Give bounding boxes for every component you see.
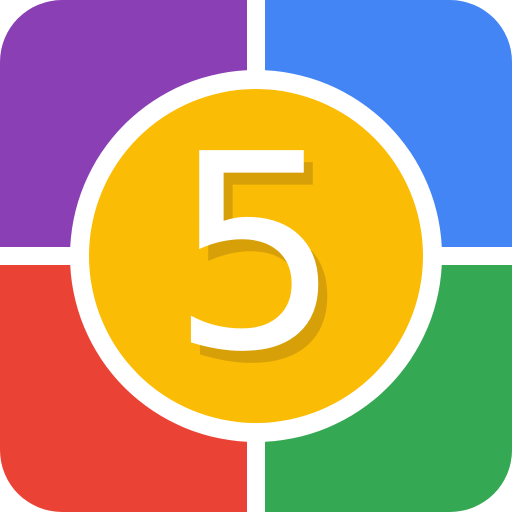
app-icon: 5 5 <box>0 0 512 512</box>
digit-five: 5 <box>170 96 342 411</box>
